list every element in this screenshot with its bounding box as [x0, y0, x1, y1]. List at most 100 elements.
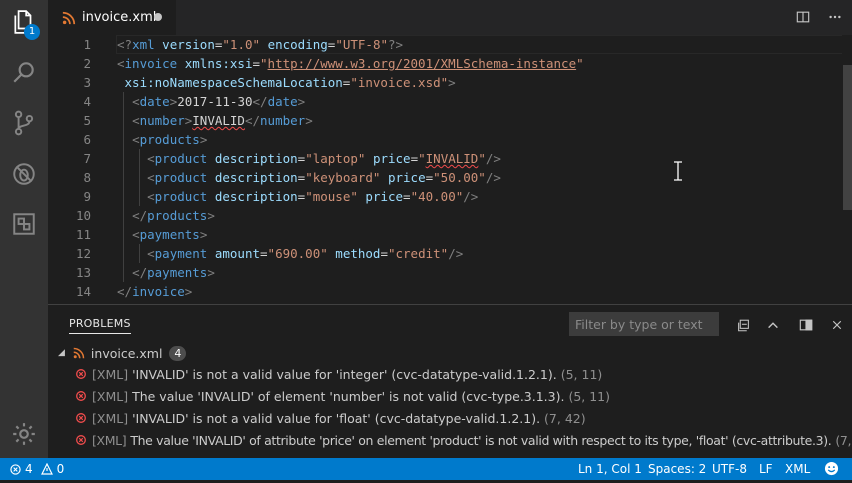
split-editor-icon[interactable]: [794, 8, 812, 26]
code-text: <payments>: [132, 227, 208, 242]
rss-feed-icon: [73, 347, 85, 359]
line-number: 11: [75, 227, 91, 242]
rss-feed-icon: [62, 11, 76, 24]
code-line: 4 <date>2017-11-30</date>: [48, 92, 838, 111]
code-line: 1 <?xml version="1.0" encoding="UTF-8"?>: [48, 35, 844, 54]
error-count: 4: [25, 462, 33, 476]
problem-source: [XML]: [92, 410, 129, 426]
panel-tab-problems[interactable]: PROBLEMS: [69, 317, 131, 334]
chevron-down-icon[interactable]: ◢: [58, 348, 65, 358]
code-text: <number>INVALID</number>: [132, 113, 313, 128]
code-text: <products>: [132, 132, 208, 147]
problem-message: 'INVALID' is not a valid value for 'inte…: [132, 366, 557, 382]
code-line: 8 <product description="keyboard" price=…: [48, 168, 838, 187]
warning-count: 0: [56, 462, 65, 476]
more-actions-icon[interactable]: [826, 8, 844, 26]
code-line: 3 xsi:noNamespaceSchemaLocation="invoice…: [48, 73, 838, 92]
problems-status[interactable]: 4 0: [10, 458, 64, 480]
maximize-panel-icon[interactable]: [765, 317, 781, 333]
tab-bar: invoice.xml: [48, 0, 852, 35]
error-icon: [76, 391, 86, 401]
line-number: 1: [83, 37, 91, 52]
line-number: 3: [83, 75, 91, 90]
line-number: 6: [83, 132, 91, 147]
editor-scrollbar-thumb[interactable]: [843, 65, 852, 210]
error-icon: [76, 369, 86, 379]
problem-location: (5, 11): [568, 388, 611, 404]
language-mode[interactable]: XML: [785, 458, 810, 480]
error-icon: [76, 435, 86, 445]
source-control-icon[interactable]: [0, 101, 48, 145]
tab-title: invoice.xml: [82, 10, 157, 25]
problems-panel: PROBLEMS ◢ invoice.xml 4 [XML] 'INVALID'…: [48, 304, 852, 459]
code-editor[interactable]: 1 <?xml version="1.0" encoding="UTF-8"?>…: [48, 35, 852, 304]
code-line: 7 <product description="laptop" price="I…: [48, 149, 838, 168]
code-line: 12 <payment amount="690.00" method="cred…: [48, 244, 838, 263]
problem-source: [XML]: [92, 432, 127, 448]
debug-icon[interactable]: [0, 152, 48, 196]
explorer-badge: 1: [24, 24, 40, 40]
code-line: 5 <number>INVALID</number>: [48, 111, 838, 130]
problem-item[interactable]: [XML] 'INVALID' is not a valid value for…: [76, 407, 586, 429]
problems-file-row[interactable]: ◢ invoice.xml 4: [58, 343, 187, 363]
extensions-icon[interactable]: [0, 202, 48, 246]
settings-gear-icon[interactable]: [11, 421, 37, 447]
code-text: <?xml version="1.0" encoding="UTF-8"?>: [117, 37, 404, 52]
explorer-icon[interactable]: [0, 0, 48, 44]
code-line: 9 <product description="mouse" price="40…: [48, 187, 838, 206]
problem-location: (5, 11): [560, 366, 603, 382]
close-panel-icon[interactable]: [829, 317, 845, 333]
problem-message: The value 'INVALID' of attribute 'price'…: [130, 432, 832, 448]
line-number: 13: [75, 265, 91, 280]
problems-file-name: invoice.xml: [90, 345, 163, 361]
search-icon[interactable]: [0, 50, 48, 94]
line-ending[interactable]: LF: [759, 458, 773, 480]
code-text: <payment amount="690.00" method="credit"…: [147, 246, 464, 261]
code-text: <invoice xmlns:xsi="http://www.w3.org/20…: [117, 56, 584, 71]
code-text: <date>2017-11-30</date>: [132, 94, 306, 109]
collapse-all-icon[interactable]: [735, 317, 751, 333]
indentation[interactable]: Spaces: 2: [648, 458, 706, 480]
error-icon: [10, 463, 21, 475]
line-number: 4: [83, 94, 91, 109]
unsaved-dot-icon[interactable]: [154, 13, 162, 21]
problem-source: [XML]: [92, 366, 129, 382]
tab-actions: [794, 8, 844, 26]
feedback-smiley-icon[interactable]: [824, 461, 839, 477]
code-line: 13 </payments>: [48, 263, 838, 282]
tab-invoice-xml[interactable]: invoice.xml: [48, 0, 176, 35]
file-encoding[interactable]: UTF-8: [712, 458, 747, 480]
status-bar: 4 0 Ln 1, Col 1 Spaces: 2 UTF-8 LF XML: [0, 458, 852, 480]
line-number: 9: [83, 189, 91, 204]
toggle-panel-position-icon[interactable]: [798, 317, 814, 333]
code-text: </invoice>: [117, 284, 193, 299]
cursor-position[interactable]: Ln 1, Col 1: [578, 458, 642, 480]
problem-item[interactable]: [XML] The value 'INVALID' of element 'nu…: [76, 385, 610, 407]
code-line: 14 </invoice>: [48, 282, 838, 301]
line-number: 2: [83, 56, 91, 71]
line-number: 14: [75, 284, 91, 299]
line-number: 8: [83, 170, 91, 185]
problems-filter-input[interactable]: [569, 312, 719, 336]
code-text: <product description="laptop" price="INV…: [147, 151, 501, 166]
error-icon: [76, 413, 86, 423]
problem-item[interactable]: [XML] 'INVALID' is not a valid value for…: [76, 363, 602, 385]
line-number: 5: [83, 113, 91, 128]
code-text: <product description="keyboard" price="5…: [147, 170, 501, 185]
warning-icon: [40, 463, 53, 475]
problem-source: [XML]: [92, 388, 129, 404]
code-line: 10 </products>: [48, 206, 838, 225]
activity-bar: 1: [0, 0, 48, 458]
error-squiggle: INVALID: [192, 113, 245, 128]
code-line: 2 <invoice xmlns:xsi="http://www.w3.org/…: [48, 54, 838, 73]
code-line: 6 <products>: [48, 130, 838, 149]
problem-message: 'INVALID' is not a valid value for 'floa…: [132, 410, 541, 426]
line-number: 12: [75, 246, 91, 261]
problem-location: (7, 42): [544, 410, 586, 426]
code-text: <product description="mouse" price="40.0…: [147, 189, 479, 204]
line-number: 10: [75, 208, 91, 223]
schema-link[interactable]: http://www.w3.org/2001/XMLSchema-instanc…: [268, 56, 577, 71]
problem-item[interactable]: [XML] The value 'INVALID' of attribute '…: [76, 429, 852, 451]
code-text: </products>: [132, 208, 215, 223]
code-text: </payments>: [132, 265, 215, 280]
